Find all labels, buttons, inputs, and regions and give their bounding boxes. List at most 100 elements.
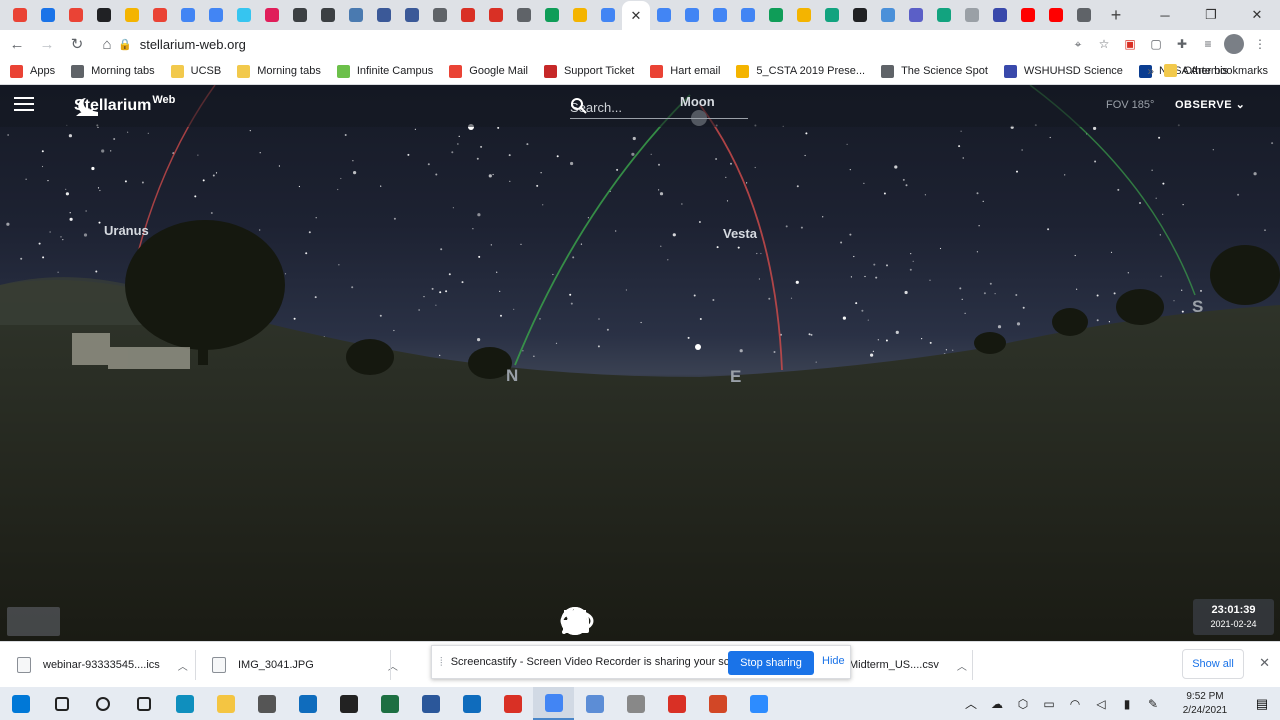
bookmark-star-icon[interactable]: ☆ bbox=[1094, 34, 1114, 54]
chevron-up-icon[interactable]: ︿ bbox=[957, 658, 967, 673]
browser-tab[interactable] bbox=[202, 1, 230, 29]
device-icon[interactable]: ▭ bbox=[1036, 687, 1062, 720]
browser-tab[interactable] bbox=[90, 1, 118, 29]
location-button[interactable] bbox=[7, 607, 60, 636]
vesta-label[interactable]: Vesta bbox=[723, 226, 757, 241]
browser-tab[interactable] bbox=[398, 1, 426, 29]
browser-tab[interactable] bbox=[34, 1, 62, 29]
taskbar-item[interactable] bbox=[123, 687, 164, 720]
minimize-button[interactable]: ─ bbox=[1142, 0, 1188, 30]
browser-tab[interactable] bbox=[930, 1, 958, 29]
taskbar-clock[interactable]: 9:52 PM 2/24/2021 bbox=[1166, 690, 1244, 718]
microphone-icon[interactable]: ▮ bbox=[1114, 687, 1140, 720]
date-time-display[interactable]: 23:01:39 2021-02-24 bbox=[1193, 599, 1274, 635]
bookmark-item[interactable]: Support Ticket bbox=[543, 64, 634, 78]
taskbar-item[interactable] bbox=[492, 687, 533, 720]
taskbar-item[interactable] bbox=[410, 687, 451, 720]
close-icon[interactable]: ✕ bbox=[631, 8, 642, 24]
browser-tab[interactable] bbox=[986, 1, 1014, 29]
observe-menu[interactable]: OBSERVE ⌄ bbox=[1175, 98, 1245, 111]
taskbar-item[interactable] bbox=[287, 687, 328, 720]
browser-tab[interactable] bbox=[314, 1, 342, 29]
equatorial-grid-icon[interactable] bbox=[561, 607, 767, 640]
selected-object[interactable] bbox=[695, 344, 701, 350]
hamburger-menu-icon[interactable] bbox=[14, 97, 34, 113]
bookmark-item[interactable]: WSHUHSD Science bbox=[1003, 64, 1123, 78]
extensions-puzzle-icon[interactable]: ✚ bbox=[1172, 34, 1192, 54]
acrobat-extension-icon[interactable]: ▣ bbox=[1120, 34, 1140, 54]
other-bookmarks[interactable]: Other bookmarks bbox=[1163, 64, 1268, 77]
browser-tab[interactable] bbox=[1014, 1, 1042, 29]
browser-tab[interactable] bbox=[594, 1, 622, 29]
browser-tab[interactable] bbox=[734, 1, 762, 29]
location-icon[interactable]: ⌖ bbox=[1068, 34, 1088, 54]
bookmark-item[interactable]: Infinite Campus bbox=[336, 64, 433, 78]
drag-handle-icon[interactable]: ⦙ bbox=[440, 655, 443, 670]
browser-tab[interactable] bbox=[342, 1, 370, 29]
volume-icon[interactable]: ◁ bbox=[1088, 687, 1114, 720]
taskbar-item[interactable] bbox=[574, 687, 615, 720]
taskbar-item[interactable] bbox=[164, 687, 205, 720]
taskbar-item[interactable] bbox=[656, 687, 697, 720]
browser-tab[interactable] bbox=[902, 1, 930, 29]
browser-tab[interactable] bbox=[706, 1, 734, 29]
taskbar-item[interactable] bbox=[246, 687, 287, 720]
fullscreen-icon[interactable] bbox=[564, 608, 872, 640]
taskbar-item[interactable] bbox=[0, 687, 41, 720]
browser-tab[interactable] bbox=[538, 1, 566, 29]
bookmark-item[interactable]: Apps bbox=[10, 64, 55, 78]
moon-label[interactable]: Moon bbox=[680, 94, 715, 109]
taskbar-item[interactable] bbox=[205, 687, 246, 720]
new-tab-button[interactable]: + bbox=[1102, 5, 1130, 26]
search-box[interactable] bbox=[570, 97, 748, 119]
constellation-art-icon[interactable] bbox=[567, 608, 627, 640]
back-icon[interactable]: ← bbox=[4, 31, 30, 57]
bookmark-item[interactable]: Google Mail bbox=[449, 64, 528, 78]
dropbox-icon[interactable]: ⬡ bbox=[1010, 687, 1036, 720]
download-item[interactable]: Midterm_US....csv ︿ bbox=[849, 642, 967, 688]
close-window-button[interactable]: ✕ bbox=[1234, 0, 1280, 30]
browser-tab[interactable] bbox=[1042, 1, 1070, 29]
url-text[interactable]: stellarium-web.org bbox=[140, 37, 246, 52]
browser-tab[interactable] bbox=[370, 1, 398, 29]
stellarium-logo[interactable]: Stellarium Web bbox=[74, 94, 175, 116]
browser-tab[interactable] bbox=[874, 1, 902, 29]
night-mode-icon[interactable] bbox=[560, 608, 837, 640]
sky-canvas[interactable] bbox=[0, 85, 1280, 641]
browser-tab[interactable] bbox=[790, 1, 818, 29]
taskbar-item[interactable] bbox=[615, 687, 656, 720]
taskbar-item[interactable] bbox=[697, 687, 738, 720]
wifi-icon[interactable]: ◠ bbox=[1062, 687, 1088, 720]
browser-tab[interactable] bbox=[6, 1, 34, 29]
onedrive-icon[interactable]: ☁ bbox=[984, 687, 1010, 720]
stellarium-sky-view[interactable]: Stellarium Web FOV 185° OBSERVE ⌄ Moon U… bbox=[0, 85, 1280, 641]
notifications-icon[interactable]: ▤ bbox=[1244, 687, 1280, 720]
stop-sharing-button[interactable]: Stop sharing bbox=[728, 651, 814, 675]
deep-sky-icon[interactable] bbox=[563, 608, 802, 640]
bookmark-item[interactable]: Morning tabs bbox=[237, 64, 321, 78]
browser-tab[interactable] bbox=[174, 1, 202, 29]
menu-kebab-icon[interactable]: ⋮ bbox=[1250, 34, 1270, 54]
close-downloads-icon[interactable]: ✕ bbox=[1259, 655, 1270, 671]
browser-tab[interactable] bbox=[258, 1, 286, 29]
browser-tab[interactable] bbox=[118, 1, 146, 29]
reload-icon[interactable]: ↻ bbox=[64, 31, 90, 57]
browser-tab[interactable] bbox=[62, 1, 90, 29]
bookmark-item[interactable]: UCSB bbox=[170, 64, 221, 78]
address-bar[interactable]: 🔒 stellarium-web.org bbox=[118, 32, 1108, 56]
pen-icon[interactable]: ✎ bbox=[1140, 687, 1166, 720]
taskbar-item[interactable] bbox=[41, 687, 82, 720]
bookmark-item[interactable]: 5_CSTA 2019 Prese... bbox=[736, 64, 865, 78]
reading-list-icon[interactable]: ≡ bbox=[1198, 34, 1218, 54]
browser-tab[interactable] bbox=[286, 1, 314, 29]
maximize-button[interactable]: ❐ bbox=[1188, 0, 1234, 30]
taskbar-item[interactable] bbox=[533, 687, 574, 720]
browser-tab[interactable] bbox=[958, 1, 986, 29]
uranus-label[interactable]: Uranus bbox=[104, 223, 149, 238]
browser-tab[interactable] bbox=[146, 1, 174, 29]
browser-tab[interactable] bbox=[230, 1, 258, 29]
browser-tab[interactable] bbox=[510, 1, 538, 29]
browser-tab[interactable]: ✕ bbox=[622, 1, 650, 31]
taskbar-item[interactable] bbox=[738, 687, 779, 720]
chevron-up-icon[interactable]: ︿ bbox=[178, 658, 188, 673]
